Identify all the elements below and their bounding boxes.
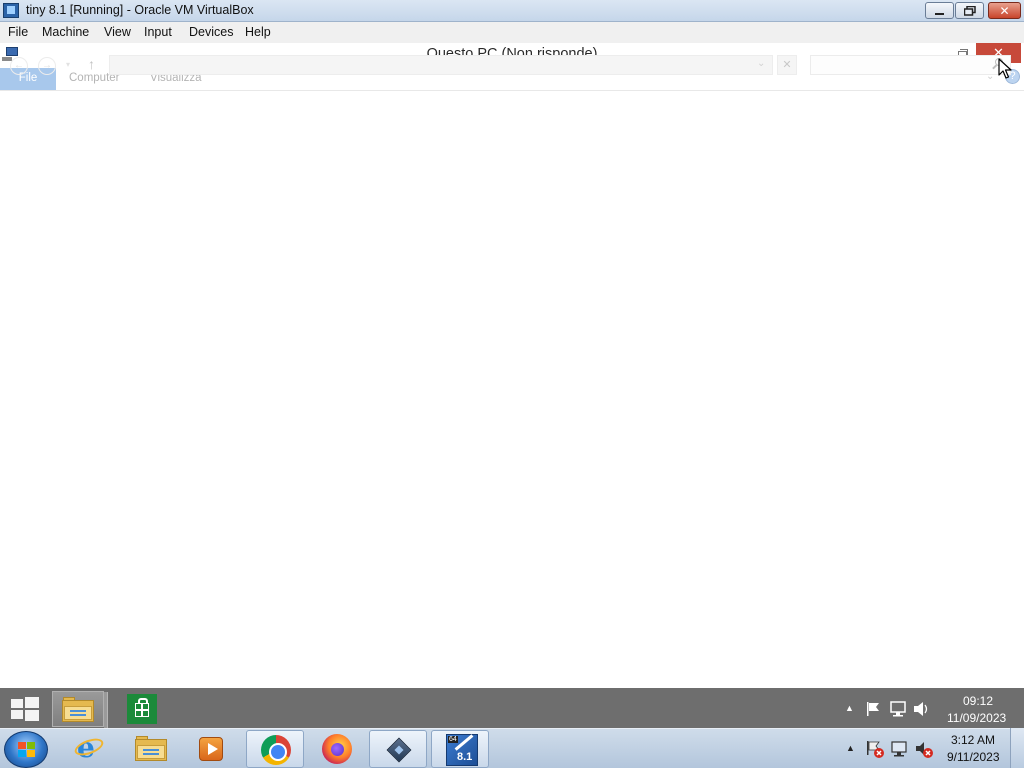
explorer-window: Questo PC (Non risponde) ✕ File Computer… xyxy=(0,43,1024,688)
restore-icon xyxy=(963,5,976,16)
mouse-cursor-icon xyxy=(998,58,1012,79)
host-network-icon[interactable] xyxy=(890,739,910,759)
close-button[interactable]: ✕ xyxy=(988,2,1021,19)
network-icon[interactable] xyxy=(889,700,907,718)
virtualbox-icon xyxy=(386,735,412,763)
show-desktop-button[interactable] xyxy=(1010,728,1024,768)
recent-locations-button[interactable]: ▾ xyxy=(66,60,70,69)
window-title: tiny 8.1 [Running] - Oracle VM VirtualBo… xyxy=(26,3,254,17)
windows-8-vm-icon: 64 8.1 xyxy=(446,734,478,766)
volume-icon[interactable] xyxy=(912,700,930,718)
internet-explorer-task[interactable]: e xyxy=(60,730,118,768)
back-button[interactable]: ← xyxy=(10,57,28,75)
restore-button[interactable] xyxy=(955,2,984,19)
firefox-icon xyxy=(322,734,352,764)
menu-machine[interactable]: Machine xyxy=(42,25,89,39)
menu-devices[interactable]: Devices xyxy=(189,25,233,39)
chrome-icon xyxy=(261,735,291,765)
virtualbox-app-icon xyxy=(3,3,19,18)
windows-flag-icon xyxy=(18,742,36,758)
menu-view[interactable]: View xyxy=(104,25,131,39)
file-explorer-task[interactable] xyxy=(52,691,108,728)
firefox-task[interactable] xyxy=(308,730,366,768)
forward-button[interactable]: → xyxy=(38,57,56,75)
volume-muted-icon[interactable] xyxy=(914,739,934,759)
up-button[interactable]: ↑ xyxy=(88,56,95,72)
vm-version-label: 8.1 xyxy=(457,751,473,763)
minimize-button[interactable] xyxy=(925,2,954,19)
search-input[interactable] xyxy=(810,55,1011,75)
guest-clock-date[interactable]: 11/09/2023 xyxy=(947,711,1006,725)
vbox-menubar: File Machine View Input Devices Help xyxy=(0,22,1024,43)
store-icon[interactable] xyxy=(127,694,157,724)
menu-help[interactable]: Help xyxy=(245,25,271,39)
folder-icon xyxy=(135,736,167,762)
media-player-icon xyxy=(199,737,223,761)
windows-media-player-task[interactable] xyxy=(183,730,241,768)
vbox-titlebar[interactable]: tiny 8.1 [Running] - Oracle VM VirtualBo… xyxy=(0,0,1024,22)
menu-file[interactable]: File xyxy=(8,25,28,39)
show-hidden-icons-button[interactable]: ▲ xyxy=(845,703,854,713)
close-icon: ✕ xyxy=(999,3,1010,18)
host-clock-time[interactable]: 3:12 AM xyxy=(951,733,995,747)
chrome-task[interactable] xyxy=(246,730,304,768)
internet-explorer-icon: e xyxy=(72,733,106,763)
windows-explorer-task[interactable] xyxy=(122,730,180,768)
address-dropdown-icon[interactable]: ⌄ xyxy=(757,58,765,69)
virtualbox-task[interactable] xyxy=(369,730,427,768)
address-clear-button[interactable]: ✕ xyxy=(777,55,797,75)
menu-input[interactable]: Input xyxy=(144,25,172,39)
windows-7-start-orb[interactable] xyxy=(4,731,48,768)
tiny-vm-task[interactable]: 64 8.1 xyxy=(431,730,489,768)
action-center-error-icon[interactable] xyxy=(865,739,885,759)
vm-arch-badge: 64 xyxy=(448,736,458,743)
minimize-icon xyxy=(935,12,944,15)
guest-clock-time[interactable]: 09:12 xyxy=(963,694,993,708)
flag-icon[interactable] xyxy=(865,701,881,717)
folder-icon xyxy=(62,697,94,723)
host-clock-date[interactable]: 9/11/2023 xyxy=(947,750,1000,764)
address-bar[interactable] xyxy=(109,55,773,75)
host-show-hidden-icons-button[interactable]: ▲ xyxy=(846,743,855,753)
windows-start-icon[interactable] xyxy=(8,696,40,722)
